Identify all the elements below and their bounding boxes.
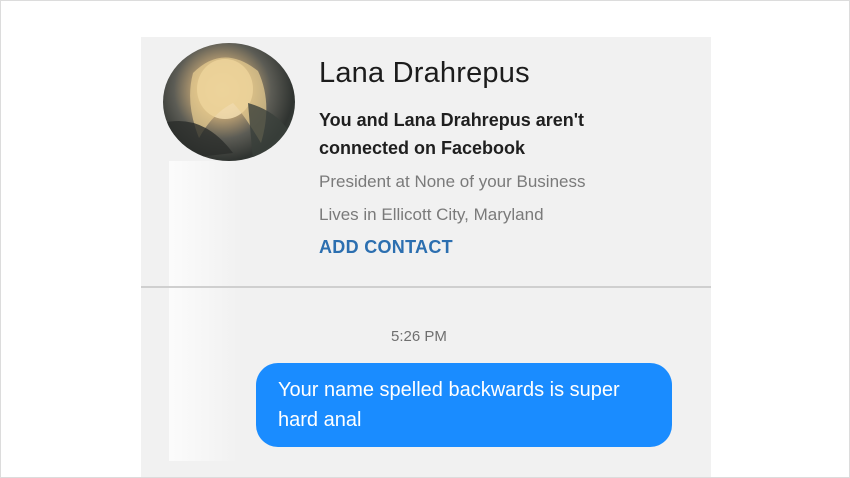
connection-notice: You and Lana Drahrepus aren't connected … bbox=[319, 110, 584, 158]
sent-message-bubble[interactable]: Your name spelled backwards is super har… bbox=[256, 363, 672, 447]
add-contact-button[interactable]: ADD CONTACT bbox=[319, 237, 453, 258]
background-shade bbox=[169, 161, 239, 461]
profile-avatar[interactable] bbox=[163, 43, 295, 161]
contact-location: Lives in Ellicott City, Maryland bbox=[319, 205, 544, 224]
message-timestamp: 5:26 PM bbox=[391, 328, 447, 345]
profile-photo-icon bbox=[163, 57, 295, 161]
message-text: Your name spelled backwards is super har… bbox=[278, 379, 620, 431]
screenshot-frame: Lana Drahrepus You and Lana Drahrepus ar… bbox=[0, 0, 850, 478]
divider bbox=[141, 286, 711, 288]
contact-name: Lana Drahrepus bbox=[319, 57, 530, 89]
contact-work: President at None of your Business bbox=[319, 172, 586, 191]
